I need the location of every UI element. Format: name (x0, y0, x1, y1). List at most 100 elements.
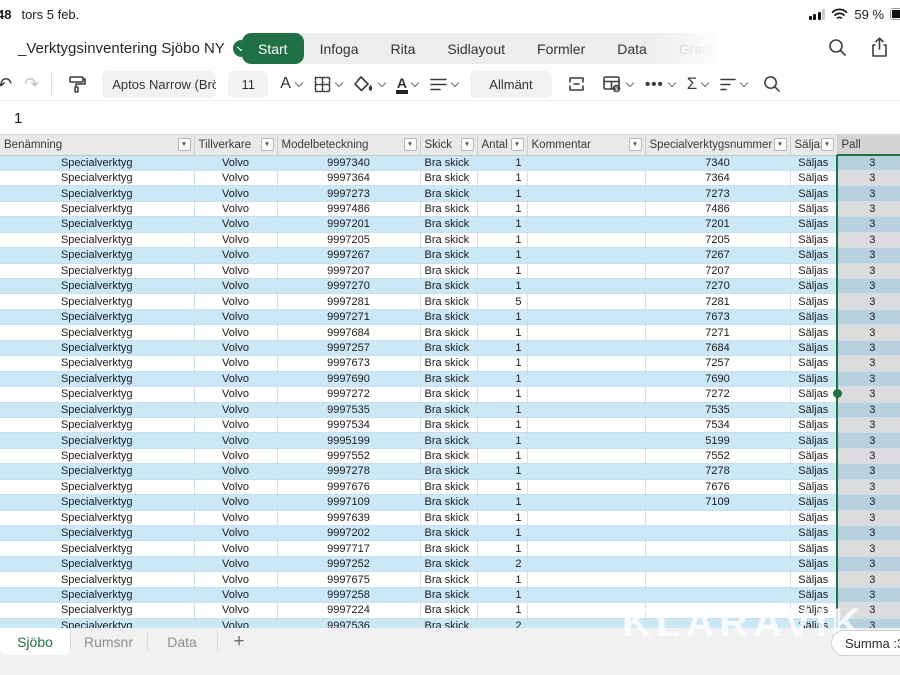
cell[interactable]: Säljas (790, 479, 837, 494)
cell[interactable]: 3 (837, 279, 900, 294)
table-row[interactable]: SpecialverktygVolvo9997364Bra skick17364… (0, 170, 900, 185)
table-row[interactable]: SpecialverktygVolvo9997340Bra skick17340… (0, 155, 900, 170)
undo-button[interactable]: ↶ (0, 75, 12, 93)
cell[interactable]: Specialverktyg (0, 371, 194, 386)
cell[interactable]: Volvo (194, 294, 277, 309)
fill-color-button[interactable] (354, 76, 385, 93)
cell[interactable]: Specialverktyg (0, 325, 194, 340)
cell[interactable] (527, 556, 645, 571)
table-row[interactable]: SpecialverktygVolvo9997690Bra skick17690… (0, 371, 900, 386)
table-row[interactable]: SpecialverktygVolvo9997486Bra skick17486… (0, 201, 900, 216)
cell[interactable]: 7271 (645, 325, 790, 340)
cell[interactable]: 9997552 (277, 448, 420, 463)
column-header-pall[interactable]: Pall↑ (837, 135, 900, 155)
cell[interactable] (527, 526, 645, 541)
filter-dropdown-button[interactable]: ▼ (821, 138, 834, 151)
cell[interactable]: Bra skick (420, 541, 477, 556)
number-format-dropdown[interactable]: Allmänt (470, 71, 552, 98)
cell[interactable]: 3 (837, 526, 900, 541)
cell[interactable]: 2 (477, 618, 527, 628)
cell[interactable]: 9997534 (277, 417, 420, 432)
cell[interactable]: 9997486 (277, 201, 420, 216)
cell[interactable]: Specialverktyg (0, 448, 194, 463)
cell[interactable]: 3 (837, 294, 900, 309)
borders-button[interactable] (314, 76, 342, 93)
cell[interactable]: 3 (837, 263, 900, 278)
cell[interactable]: Bra skick (420, 340, 477, 355)
cell[interactable]: Bra skick (420, 279, 477, 294)
cell[interactable]: 3 (837, 556, 900, 571)
cell[interactable]: 9997535 (277, 402, 420, 417)
cell[interactable]: 7267 (645, 248, 790, 263)
formula-bar[interactable]: 1 (0, 102, 900, 135)
filter-dropdown-button[interactable]: ▼ (461, 138, 474, 151)
cell[interactable]: Bra skick (420, 325, 477, 340)
cell[interactable] (527, 603, 645, 618)
cell[interactable]: 3 (837, 587, 900, 602)
cell[interactable]: 9997273 (277, 186, 420, 201)
cell[interactable]: 7690 (645, 371, 790, 386)
cell[interactable] (527, 356, 645, 371)
cell[interactable]: 7205 (645, 232, 790, 247)
table-row[interactable]: SpecialverktygVolvo9997270Bra skick17270… (0, 279, 900, 294)
cell[interactable]: 3 (837, 464, 900, 479)
table-row[interactable]: SpecialverktygVolvo9997536Bra skick2Sälj… (0, 618, 900, 628)
cell[interactable]: 7201 (645, 217, 790, 232)
cell[interactable]: 9997252 (277, 556, 420, 571)
cell[interactable] (527, 294, 645, 309)
ribbon-tab-sidlayout[interactable]: Sidlayout (431, 33, 521, 64)
cell[interactable]: 3 (837, 232, 900, 247)
cell[interactable]: Bra skick (420, 402, 477, 417)
table-row[interactable]: SpecialverktygVolvo9997224Bra skick1Sälj… (0, 603, 900, 618)
selection-handle[interactable] (833, 389, 842, 398)
cell[interactable]: Specialverktyg (0, 263, 194, 278)
cell[interactable] (527, 232, 645, 247)
cell[interactable]: 7281 (645, 294, 790, 309)
cell[interactable] (527, 402, 645, 417)
cell[interactable]: Bra skick (420, 155, 477, 170)
cell[interactable]: 1 (477, 248, 527, 263)
cell[interactable]: Säljas (790, 309, 837, 324)
cell[interactable] (527, 572, 645, 587)
cell[interactable] (527, 387, 645, 402)
table-row[interactable]: SpecialverktygVolvo9997273Bra skick17273… (0, 186, 900, 201)
table-row[interactable]: SpecialverktygVolvo9997202Bra skick1Sälj… (0, 526, 900, 541)
cell[interactable]: 7676 (645, 479, 790, 494)
cell[interactable]: Specialverktyg (0, 556, 194, 571)
cell[interactable]: 7273 (645, 186, 790, 201)
cell[interactable]: 1 (477, 417, 527, 432)
filter-dropdown-button[interactable]: ▼ (261, 138, 274, 151)
cell[interactable]: 3 (837, 510, 900, 525)
cell[interactable]: 9997690 (277, 371, 420, 386)
cell[interactable]: Volvo (194, 603, 277, 618)
table-row[interactable]: SpecialverktygVolvo9997684Bra skick17271… (0, 325, 900, 340)
cell[interactable]: Specialverktyg (0, 340, 194, 355)
cell[interactable]: Specialverktyg (0, 155, 194, 170)
cell[interactable]: 1 (477, 526, 527, 541)
cell[interactable]: Volvo (194, 356, 277, 371)
cell[interactable]: Volvo (194, 448, 277, 463)
cell[interactable]: 7364 (645, 170, 790, 185)
cell[interactable] (527, 587, 645, 602)
cell[interactable]: Bra skick (420, 232, 477, 247)
cell[interactable]: Volvo (194, 170, 277, 185)
cell[interactable]: Säljas (790, 186, 837, 201)
status-summary-pill[interactable]: Summa :39 (831, 630, 900, 656)
cell[interactable]: 3 (837, 417, 900, 432)
cell[interactable]: Säljas (790, 464, 837, 479)
cell[interactable]: Säljas (790, 340, 837, 355)
cell[interactable]: 1 (477, 603, 527, 618)
table-row[interactable]: SpecialverktygVolvo9997534Bra skick17534… (0, 417, 900, 432)
cell[interactable]: Specialverktyg (0, 417, 194, 432)
cell[interactable] (527, 217, 645, 232)
cell[interactable]: Säljas (790, 155, 837, 170)
table-row[interactable]: SpecialverktygVolvo9997717Bra skick1Sälj… (0, 541, 900, 556)
cell[interactable]: 1 (477, 325, 527, 340)
cell[interactable]: Säljas (790, 201, 837, 216)
cell[interactable]: Specialverktyg (0, 402, 194, 417)
cell[interactable]: Bra skick (420, 294, 477, 309)
cell[interactable]: Volvo (194, 309, 277, 324)
table-row[interactable]: SpecialverktygVolvo9997109Bra skick17109… (0, 495, 900, 510)
cell[interactable]: Säljas (790, 371, 837, 386)
cell[interactable]: 1 (477, 217, 527, 232)
